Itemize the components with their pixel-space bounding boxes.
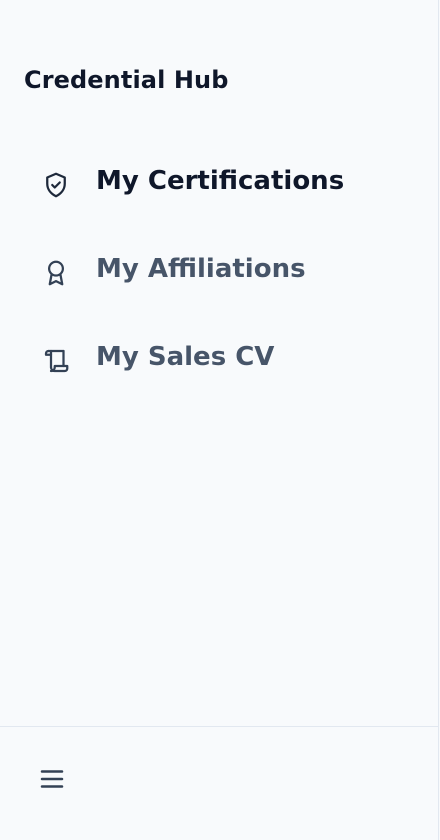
sidebar-item-my-sales-cv[interactable]: My Sales CV: [0, 316, 438, 404]
sidebar-item-label: My Affiliations: [96, 254, 306, 284]
shield-check-icon: [40, 169, 72, 201]
sidebar-item-label: My Sales CV: [96, 342, 275, 372]
sidebar: Credential Hub My Certifications My Affi…: [0, 0, 439, 840]
sidebar-item-my-certifications[interactable]: My Certifications: [0, 140, 438, 228]
brand-title: Credential Hub: [24, 66, 229, 94]
sidebar-item-my-affiliations[interactable]: My Affiliations: [0, 228, 438, 316]
menu-toggle-button[interactable]: [34, 763, 70, 799]
scroll-icon: [40, 345, 72, 377]
sidebar-footer: [0, 726, 438, 840]
hamburger-menu-icon: [37, 764, 67, 798]
award-ribbon-icon: [40, 257, 72, 289]
sidebar-nav: My Certifications My Affiliations My Sal…: [0, 140, 438, 404]
sidebar-item-label: My Certifications: [96, 166, 345, 196]
